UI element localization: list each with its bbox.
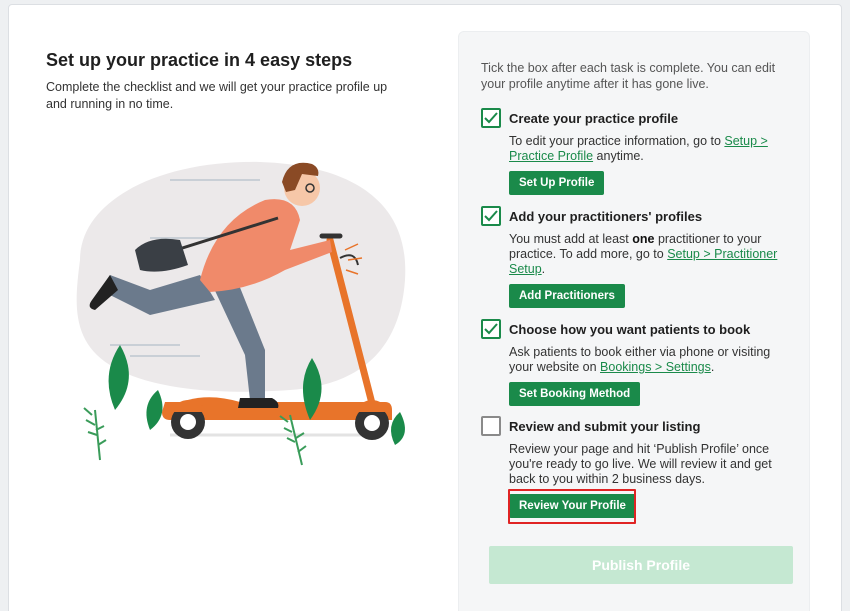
step-2-checkbox[interactable] — [481, 206, 501, 226]
step-4-description: Review your page and hit ‘Publish Profil… — [509, 442, 772, 486]
check-icon — [484, 323, 498, 335]
checklist-intro: Tick the box after each task is complete… — [481, 61, 776, 91]
step-4-title: Review and submit your listing — [509, 418, 701, 434]
page-subtitle: Complete the checklist and we will get y… — [46, 80, 388, 111]
publish-profile-button[interactable]: Publish Profile — [489, 546, 793, 584]
page-title: Set up your practice in 4 easy steps — [46, 50, 353, 70]
step-3-title: Choose how you want patients to book — [509, 321, 751, 337]
check-icon — [484, 112, 498, 124]
step-2-title: Add your practitioners' profiles — [509, 208, 703, 224]
step-1-description: To edit your practice information, go to… — [509, 134, 768, 163]
check-icon — [484, 210, 498, 222]
checklist-panel: Tick the box after each task is complete… — [458, 31, 810, 611]
step-2-description: You must add at least one practitioner t… — [509, 232, 778, 276]
add-practitioners-button[interactable]: Add Practitioners — [509, 284, 625, 308]
checklist-step-3: Choose how you want patients to book Ask… — [481, 319, 781, 406]
scooter-illustration — [76, 161, 406, 466]
checklist-step-2: Add your practitioners' profiles You mus… — [481, 206, 781, 308]
set-booking-method-button[interactable]: Set Booking Method — [509, 382, 641, 406]
step-4-checkbox[interactable] — [481, 416, 501, 436]
set-up-profile-button[interactable]: Set Up Profile — [509, 171, 605, 195]
highlight-outline — [508, 489, 636, 524]
step-1-checkbox[interactable] — [481, 108, 501, 128]
checklist-step-1: Create your practice profile To edit you… — [481, 108, 781, 195]
step-1-title: Create your practice profile — [509, 110, 679, 126]
bookings-settings-link[interactable]: Bookings > Settings — [600, 360, 711, 374]
step-3-checkbox[interactable] — [481, 319, 501, 339]
step-3-description: Ask patients to book either via phone or… — [509, 345, 771, 374]
